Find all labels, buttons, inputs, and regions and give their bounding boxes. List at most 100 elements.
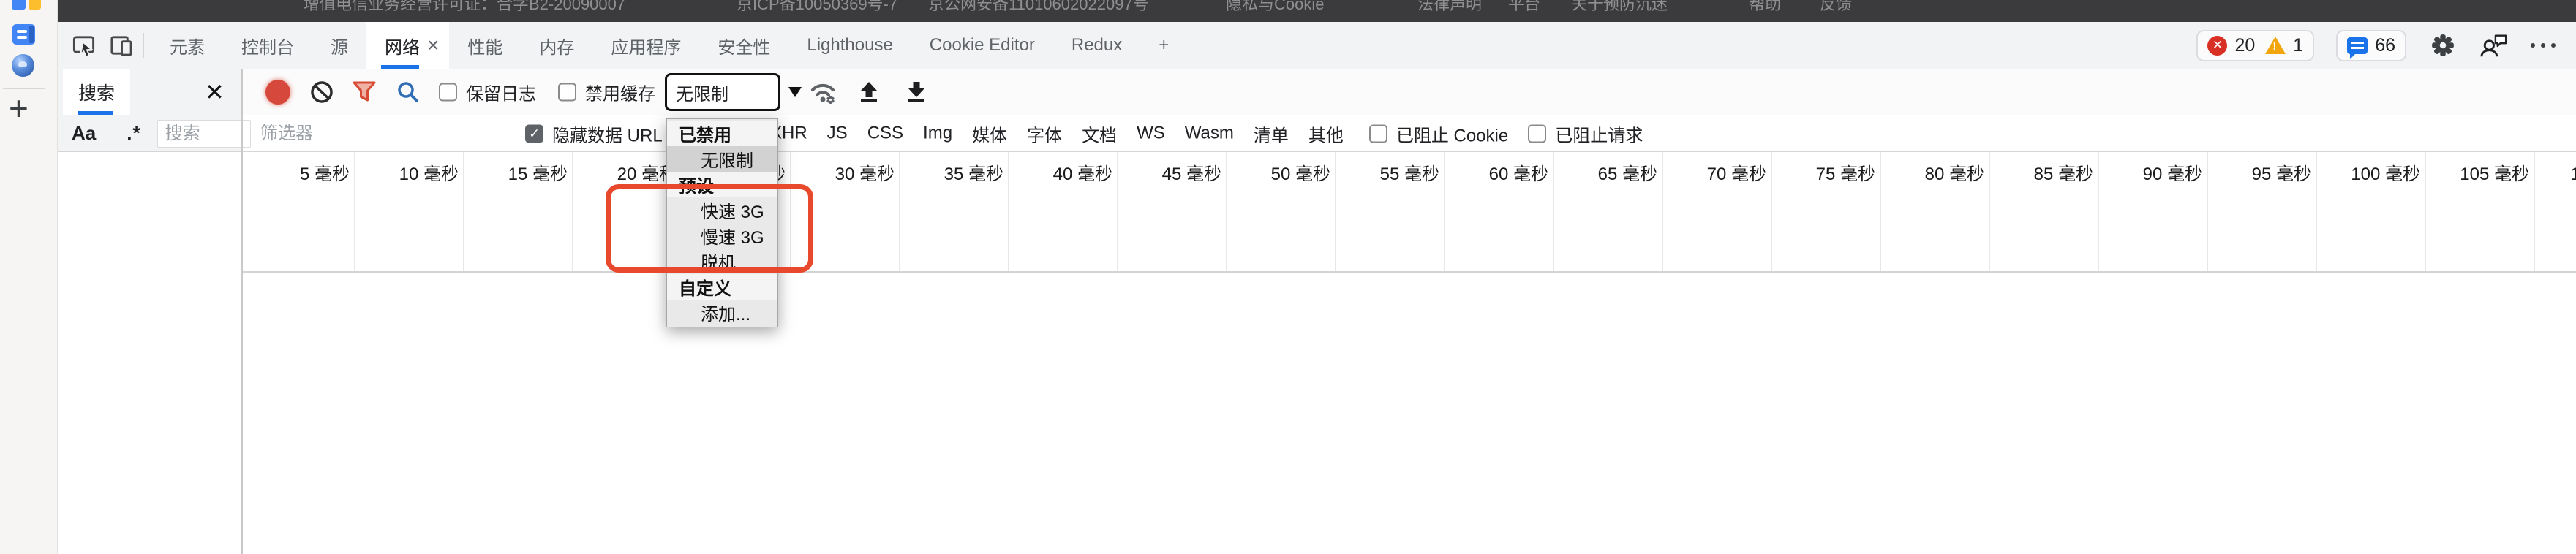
tab-search[interactable]: 搜索 <box>63 69 130 115</box>
resource-filter-pill[interactable]: 字体 <box>1027 121 1062 146</box>
tick-label: 30 毫秒 <box>791 152 899 185</box>
resource-filter-pill[interactable]: WS <box>1137 124 1165 144</box>
person-chat-icon <box>2480 32 2508 58</box>
error-icon <box>2207 36 2227 56</box>
settings-button[interactable] <box>2428 31 2458 60</box>
device-toolbar-icon <box>110 34 134 58</box>
network-filter-input[interactable] <box>259 119 511 148</box>
circle-slash-icon <box>309 80 334 105</box>
tab-label: 性能 <box>467 33 502 58</box>
devtools-tab[interactable]: 内存 <box>521 22 592 69</box>
throttling-select[interactable]: 无限制 <box>665 73 780 111</box>
timeline-tick: 75 毫秒 <box>1772 152 1881 271</box>
devtools-tabs: 元素 控制台 源 网络 性能 内存 应用 <box>151 22 1187 69</box>
globe-app-icon[interactable] <box>12 54 34 77</box>
tick-label: 35 毫秒 <box>900 152 1008 185</box>
devtools-tab[interactable]: 网络 <box>366 22 449 69</box>
tick-label: 55 毫秒 <box>1336 152 1444 185</box>
console-errors-badge[interactable]: 20 1 <box>2196 30 2314 61</box>
ruler-bottom-divider <box>241 271 2576 273</box>
resource-filter-pill[interactable]: 文档 <box>1082 121 1117 146</box>
regex-toggle[interactable]: .* <box>127 122 140 145</box>
import-har-button[interactable] <box>856 80 881 105</box>
resource-filter-pill[interactable]: 清单 <box>1254 121 1289 146</box>
app-sidebar: + <box>0 0 58 554</box>
waterfall-time-ruler: 5 毫秒 10 毫秒 15 毫秒 20 毫秒 25 毫秒 30 毫秒 35 毫秒… <box>241 152 2576 271</box>
timeline-tick: 80 毫秒 <box>1881 152 1990 271</box>
timeline-tick: 90 毫秒 <box>2099 152 2208 271</box>
add-button[interactable]: + <box>9 94 29 123</box>
timeline-tick: 45 毫秒 <box>1118 152 1227 271</box>
devtools-tab[interactable]: 安全性 <box>699 22 788 69</box>
filter-toggle-button[interactable] <box>352 80 377 104</box>
devtools-tab[interactable]: + <box>1140 22 1187 69</box>
devtools-tab[interactable]: 控制台 <box>223 22 312 69</box>
network-filter-row: Aa .* 隐藏数据 URL XHRJSCSSImg媒体字体文档WSWasm清单… <box>57 115 2576 152</box>
more-options-button[interactable] <box>2531 43 2556 48</box>
checkbox-unchecked[interactable] <box>1369 124 1387 143</box>
blocked-cookies-checkbox[interactable]: 已阻止 Cookie <box>1369 121 1508 146</box>
resource-filter-pill[interactable]: CSS <box>867 124 903 144</box>
resource-filter-pill[interactable]: 其他 <box>1308 121 1344 146</box>
devtools-tab[interactable]: Lighthouse <box>788 22 911 69</box>
disable-cache-checkbox[interactable]: 禁用缓存 <box>558 80 655 105</box>
docs-app-icon[interactable] <box>12 24 35 45</box>
resource-filter-pill[interactable]: Wasm <box>1185 124 1234 144</box>
search-panel-header: 搜索 ✕ <box>57 69 241 115</box>
resource-filter-bar: XHRJSCSSImg媒体字体文档WSWasm清单其他 已阻止 Cookie 已… <box>770 121 1643 146</box>
tick-label: 15 毫秒 <box>464 152 572 185</box>
search-network-button[interactable] <box>396 80 421 105</box>
page-footer-text: 关于预防沉迷 <box>1571 0 1668 15</box>
blocked-requests-checkbox[interactable]: 已阻止请求 <box>1528 121 1643 146</box>
tick-label: 70 毫秒 <box>1663 152 1771 185</box>
search-input[interactable] <box>157 120 251 148</box>
search-panel-options: Aa .* <box>57 115 241 151</box>
resource-filter-pill[interactable]: JS <box>827 124 848 144</box>
export-har-button[interactable] <box>904 80 929 105</box>
page-footer-text: 平台 <box>1508 0 1540 15</box>
checkbox-unchecked[interactable] <box>1528 124 1546 143</box>
resource-filter-pill[interactable]: Img <box>923 124 952 144</box>
throttling-menu-item: 自定义 <box>667 274 777 300</box>
resource-filter-pill[interactable]: 媒体 <box>972 121 1007 146</box>
close-search-panel-button[interactable]: ✕ <box>205 80 225 104</box>
error-count: 20 <box>2234 35 2255 56</box>
checkbox-unchecked[interactable] <box>439 83 457 102</box>
issues-badge[interactable]: 66 <box>2336 30 2406 61</box>
throttling-menu-item[interactable]: 无限制 <box>667 146 777 172</box>
clear-network-log-button[interactable] <box>309 80 334 105</box>
devtools-tab[interactable]: Cookie Editor <box>911 22 1053 69</box>
blocked-cookies-label: 已阻止 Cookie <box>1396 121 1508 146</box>
preserve-log-checkbox[interactable]: 保留日志 <box>439 80 536 105</box>
tick-label: 65 毫秒 <box>1554 152 1662 185</box>
record-network-log-button[interactable] <box>265 80 290 105</box>
tab-label: Lighthouse <box>807 35 892 56</box>
throttling-menu-item[interactable]: 添加... <box>667 300 777 325</box>
devtools-tab[interactable]: 应用程序 <box>592 22 699 69</box>
checkbox-unchecked[interactable] <box>558 83 576 102</box>
disable-cache-label: 禁用缓存 <box>585 80 655 105</box>
page-footer-text: 京公网安备11010602022097号 <box>928 0 1149 15</box>
devtools-tab[interactable]: Redux <box>1053 22 1140 69</box>
page-footer-text: 帮助 <box>1749 0 1781 15</box>
menu-item-label: 自定义 <box>679 274 731 300</box>
network-conditions-button[interactable] <box>808 78 837 106</box>
page-footer-text: 法律声明 <box>1417 0 1482 15</box>
feedback-button[interactable] <box>2479 31 2509 60</box>
checkbox-checked[interactable] <box>525 124 543 143</box>
close-icon[interactable] <box>427 35 439 56</box>
inspect-element-button[interactable] <box>69 31 98 60</box>
tick-label: 110 毫秒 <box>2535 152 2576 185</box>
timeline-tick: 55 毫秒 <box>1336 152 1445 271</box>
tick-label: 95 毫秒 <box>2208 152 2316 185</box>
device-toolbar-button[interactable] <box>107 31 136 60</box>
devtools-tab[interactable]: 元素 <box>151 22 223 69</box>
match-case-toggle[interactable]: Aa <box>72 122 96 145</box>
hide-data-urls-checkbox[interactable]: 隐藏数据 URL <box>525 121 663 146</box>
chevron-down-icon[interactable] <box>788 87 802 97</box>
tab-label: Redux <box>1072 35 1122 56</box>
tick-label: 100 毫秒 <box>2317 152 2425 185</box>
page-footer-text: 反馈 <box>1820 0 1852 15</box>
devtools-tab[interactable]: 源 <box>312 22 366 69</box>
devtools-tab[interactable]: 性能 <box>449 22 521 69</box>
